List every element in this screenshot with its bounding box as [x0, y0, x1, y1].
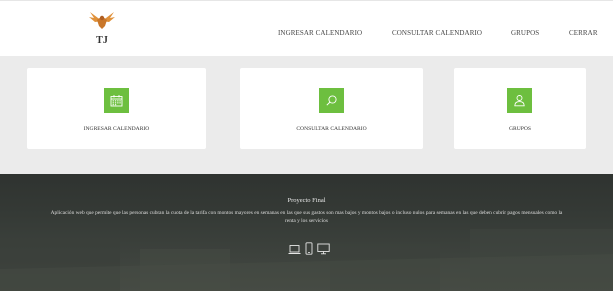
phone-icon — [305, 242, 313, 260]
card-label: INGRESAR CALENDARIO — [83, 126, 150, 132]
card-label: GRUPOS — [508, 126, 532, 132]
footer-background-image — [0, 229, 613, 291]
nav-consultar-calendario[interactable]: CONSULTAR CALENDARIO — [392, 29, 482, 37]
nav-ingresar-calendario[interactable]: INGRESAR CALENDARIO — [278, 29, 362, 37]
user-icon — [507, 88, 532, 113]
monitor-icon — [317, 242, 330, 260]
page: TJ INGRESAR CALENDARIO CONSULTAR CALENDA… — [0, 0, 613, 291]
nav-grupos[interactable]: GRUPOS — [511, 29, 539, 37]
card-label: CONSULTAR CALENDARIO — [296, 126, 367, 132]
calendar-icon — [104, 88, 129, 113]
device-icons — [288, 242, 330, 260]
laptop-icon — [288, 242, 301, 260]
footer-title: Proyecto Final — [287, 197, 326, 204]
footer-description: Aplicación web que permite que las perso… — [50, 210, 563, 224]
logo[interactable]: TJ — [88, 9, 116, 49]
nav-cerrar[interactable]: CERRAR — [569, 29, 598, 37]
logo-text: TJ — [96, 35, 108, 46]
footer: Proyecto Final Aplicación web que permit… — [0, 174, 613, 291]
cards-section: INGRESAR CALENDARIO CONSULTAR CALENDARIO… — [0, 56, 613, 174]
search-icon — [319, 88, 344, 113]
card-grupos[interactable]: GRUPOS — [454, 68, 586, 149]
eagle-logo-icon — [89, 12, 115, 29]
top-navbar: TJ INGRESAR CALENDARIO CONSULTAR CALENDA… — [0, 0, 613, 57]
card-consultar-calendario[interactable]: CONSULTAR CALENDARIO — [240, 68, 423, 149]
card-ingresar-calendario[interactable]: INGRESAR CALENDARIO — [27, 68, 206, 149]
